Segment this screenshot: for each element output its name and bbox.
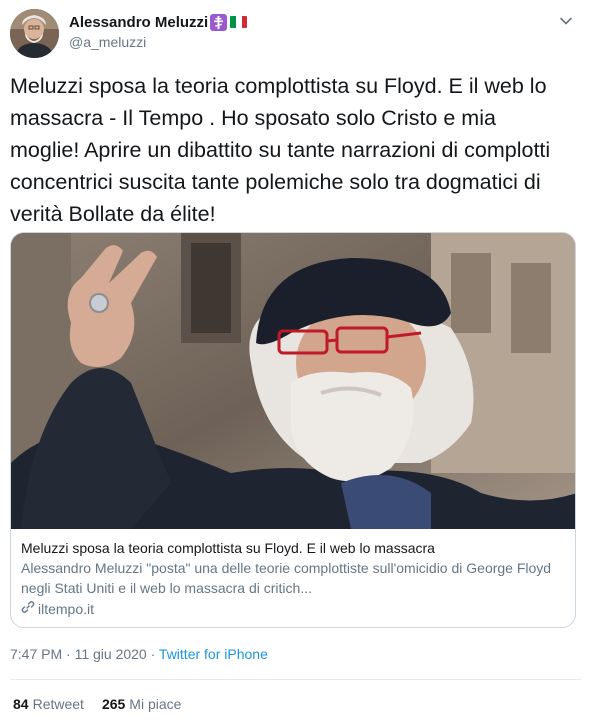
card-domain[interactable]: iltempo.it bbox=[21, 599, 571, 619]
tweet-meta: 7:47 PM · 11 giu 2020 · Twitter for iPho… bbox=[10, 646, 268, 662]
card-domain-text[interactable]: iltempo.it bbox=[38, 599, 94, 619]
tweet-stats: 84 Retweet 265 Mi piace bbox=[13, 696, 199, 712]
italy-flag-icon bbox=[230, 16, 248, 28]
card-image[interactable] bbox=[11, 233, 575, 529]
like-count: 265 bbox=[101, 696, 126, 712]
tweet-timestamp[interactable]: 7:47 PM · 11 giu 2020 · bbox=[10, 646, 159, 662]
tweet-source[interactable]: Twitter for iPhone bbox=[159, 646, 268, 662]
avatar[interactable] bbox=[10, 9, 59, 58]
retweet-count: 84 bbox=[13, 696, 29, 712]
tweet-header: Alessandro Meluzzi @a_meluzzi bbox=[10, 8, 581, 58]
user-names: Alessandro Meluzzi @a_meluzzi bbox=[69, 12, 248, 50]
tweet-text: Meluzzi sposa la teoria complottista su … bbox=[10, 74, 551, 226]
card-body[interactable]: Meluzzi sposa la teoria complottista su … bbox=[21, 538, 571, 619]
user-handle[interactable]: @a_meluzzi bbox=[69, 34, 247, 50]
retweet-label: Retweet bbox=[32, 696, 84, 712]
card-description: Alessandro Meluzzi "posta" una delle teo… bbox=[21, 560, 552, 596]
orthodox-cross-icon bbox=[210, 13, 228, 31]
like-stat[interactable]: 265 Mi piace bbox=[102, 696, 182, 712]
like-label: Mi piace bbox=[129, 696, 182, 712]
link-card[interactable]: Meluzzi sposa la teoria complottista su … bbox=[10, 232, 576, 628]
tweet: Alessandro Meluzzi @a_meluzzi Meluzzi sp… bbox=[0, 0, 591, 727]
card-title[interactable]: Meluzzi sposa la teoria complottista su … bbox=[21, 538, 571, 558]
retweet-stat[interactable]: 84 Retweet bbox=[13, 696, 84, 712]
chevron-down-icon[interactable] bbox=[557, 12, 575, 30]
divider bbox=[10, 679, 581, 680]
display-name[interactable]: Alessandro Meluzzi bbox=[69, 14, 208, 31]
display-name-row[interactable]: Alessandro Meluzzi bbox=[69, 12, 248, 32]
link-icon bbox=[21, 599, 38, 619]
